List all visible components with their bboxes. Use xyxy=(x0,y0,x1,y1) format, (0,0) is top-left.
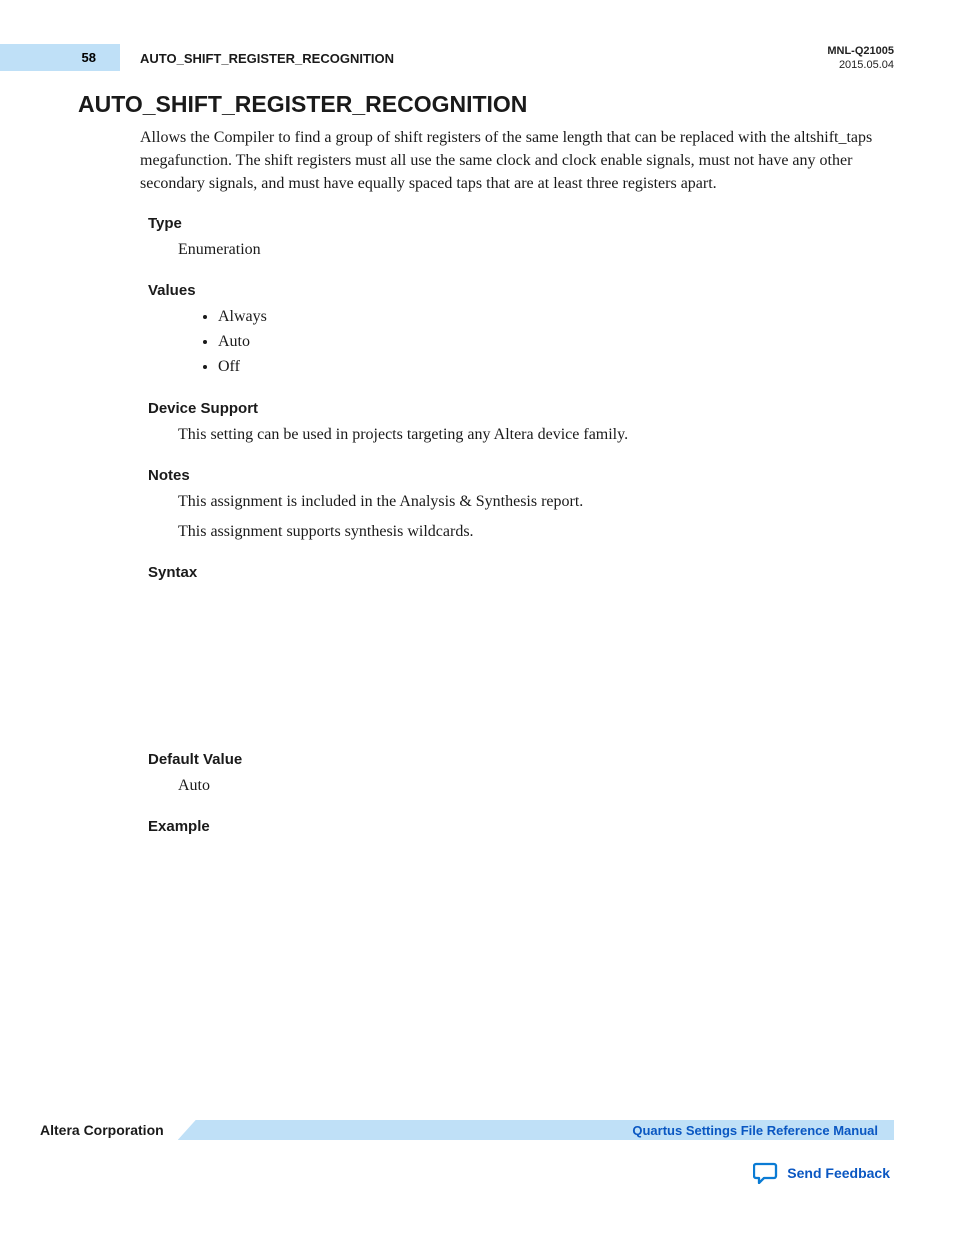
section-type-value: Enumeration xyxy=(78,238,894,262)
page-title: AUTO_SHIFT_REGISTER_RECOGNITION xyxy=(78,91,894,118)
section-default-value-label: Default Value xyxy=(148,751,894,768)
section-type-label: Type xyxy=(148,215,894,232)
doc-id-block: MNL-Q21005 2015.05.04 xyxy=(827,44,894,73)
send-feedback-link[interactable]: Send Feedback xyxy=(787,1165,890,1181)
comment-icon[interactable] xyxy=(753,1162,779,1184)
doc-date: 2015.05.04 xyxy=(827,58,894,72)
section-device-support-label: Device Support xyxy=(148,400,894,417)
section-syntax-label: Syntax xyxy=(148,564,894,581)
list-item: Always xyxy=(218,305,894,330)
manual-link[interactable]: Quartus Settings File Reference Manual xyxy=(632,1123,878,1138)
corporation-name: Altera Corporation xyxy=(40,1122,178,1138)
list-item: Off xyxy=(218,355,894,380)
note-line: This assignment supports synthesis wildc… xyxy=(178,520,874,544)
section-notes-label: Notes xyxy=(148,467,894,484)
footer-bar: Quartus Settings File Reference Manual xyxy=(178,1120,894,1140)
list-item: Auto xyxy=(218,330,894,355)
doc-id: MNL-Q21005 xyxy=(827,44,894,58)
values-list: Always Auto Off xyxy=(78,305,894,379)
section-device-support-value: This setting can be used in projects tar… xyxy=(78,423,894,447)
section-default-value-value: Auto xyxy=(78,774,894,798)
intro-paragraph: Allows the Compiler to find a group of s… xyxy=(78,126,894,196)
note-line: This assignment is included in the Analy… xyxy=(178,490,874,514)
running-title: AUTO_SHIFT_REGISTER_RECOGNITION xyxy=(140,51,394,66)
page-number-badge: 58 xyxy=(0,44,120,71)
section-values-label: Values xyxy=(148,282,894,299)
page-footer: Altera Corporation Quartus Settings File… xyxy=(40,1120,894,1184)
page-header: 58 AUTO_SHIFT_REGISTER_RECOGNITION MNL-Q… xyxy=(40,44,894,73)
section-example-label: Example xyxy=(148,818,894,835)
section-notes-body: This assignment is included in the Analy… xyxy=(78,490,894,544)
